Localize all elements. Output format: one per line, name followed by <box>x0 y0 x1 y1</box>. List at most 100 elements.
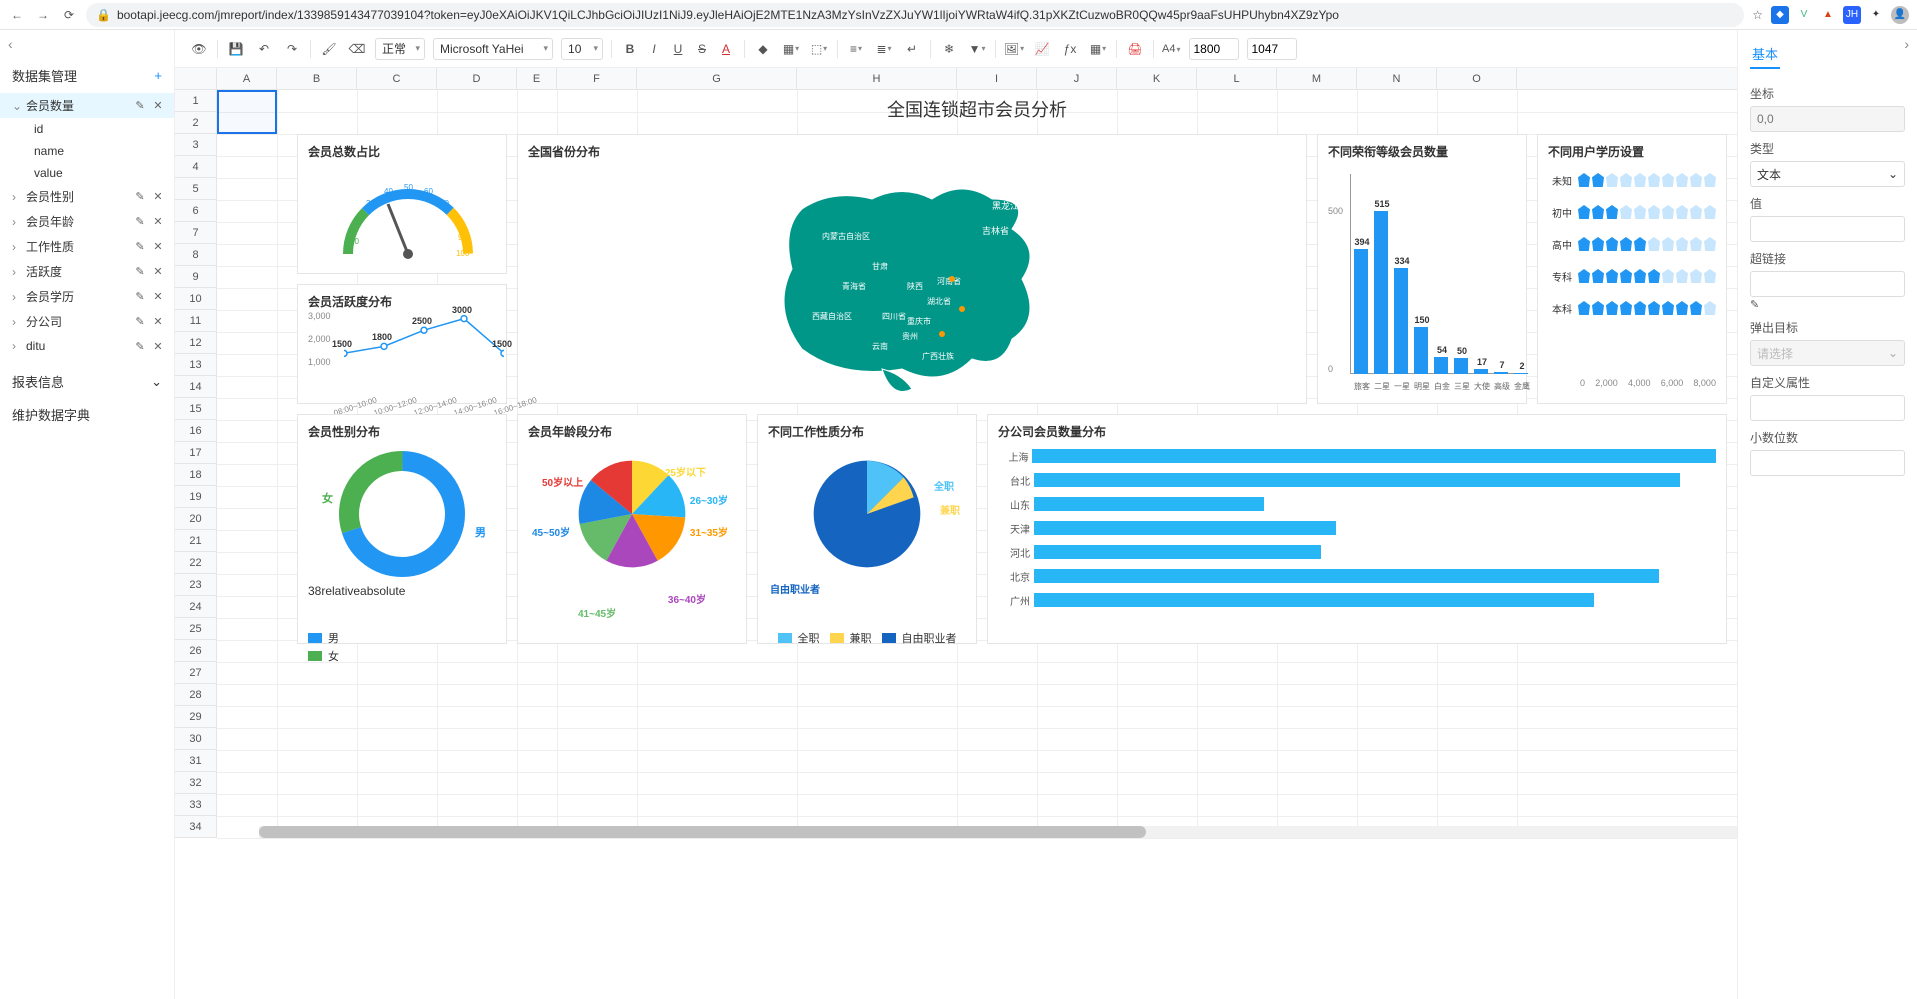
row-header[interactable]: 11 <box>175 310 216 332</box>
row-header[interactable]: 4 <box>175 156 216 178</box>
col-header[interactable]: M <box>1277 68 1357 89</box>
qrcode-button[interactable]: ▦ <box>1088 39 1108 59</box>
close-icon[interactable]: ✕ <box>150 314 166 330</box>
col-header[interactable]: N <box>1357 68 1437 89</box>
underline-button[interactable]: U <box>668 39 688 59</box>
col-header[interactable]: H <box>797 68 957 89</box>
chart-age[interactable]: 会员年龄段分布 25岁以下26~30岁31~35岁36~40岁41~45岁45~… <box>517 414 747 644</box>
col-header[interactable]: J <box>1037 68 1117 89</box>
ext-icon-3[interactable]: ▲ <box>1819 6 1837 24</box>
horizontal-scrollbar[interactable] <box>259 826 1737 838</box>
print-button[interactable]: 🖨 <box>1125 39 1145 59</box>
row-header[interactable]: 15 <box>175 398 216 420</box>
col-header[interactable]: F <box>557 68 637 89</box>
row-header[interactable]: 23 <box>175 574 216 596</box>
col-header[interactable]: I <box>957 68 1037 89</box>
chart-work[interactable]: 不同工作性质分布 全职 兼职 自由职业者 <box>757 414 977 644</box>
tree-node-3[interactable]: ›工作性质✎✕ <box>0 234 174 259</box>
edit-icon[interactable]: ✎ <box>132 214 148 230</box>
edit-icon[interactable]: ✎ <box>132 338 148 354</box>
chart-map[interactable]: 全国省份分布 黑龙江 吉林省 内蒙古自治区 甘肃 <box>517 134 1307 404</box>
row-header[interactable]: 3 <box>175 134 216 156</box>
back-button[interactable]: ← <box>8 6 26 24</box>
row-header[interactable]: 13 <box>175 354 216 376</box>
row-header[interactable]: 24 <box>175 596 216 618</box>
row-header[interactable]: 25 <box>175 618 216 640</box>
row-header[interactable]: 10 <box>175 288 216 310</box>
row-header[interactable]: 20 <box>175 508 216 530</box>
tree-child[interactable]: id <box>34 118 174 140</box>
dictionary-section[interactable]: 维护数据字典 <box>0 395 174 428</box>
tab-basic[interactable]: 基本 <box>1750 40 1780 69</box>
col-header[interactable]: C <box>357 68 437 89</box>
row-header[interactable]: 18 <box>175 464 216 486</box>
valign-button[interactable]: ≣ <box>874 39 894 59</box>
selected-cell[interactable] <box>217 90 277 134</box>
row-header[interactable]: 34 <box>175 816 216 838</box>
font-color-button[interactable]: A <box>716 39 736 59</box>
type-select[interactable]: 文本⌄ <box>1750 161 1905 187</box>
col-header[interactable]: K <box>1117 68 1197 89</box>
row-header[interactable]: 33 <box>175 794 216 816</box>
function-button[interactable]: ƒx <box>1060 39 1080 59</box>
row-header[interactable]: 1 <box>175 90 216 112</box>
close-icon[interactable]: ✕ <box>150 289 166 305</box>
bookmark-star-icon[interactable]: ☆ <box>1752 8 1763 22</box>
edit-icon[interactable]: ✎ <box>132 289 148 305</box>
font-select[interactable]: Microsoft YaHei <box>433 38 553 60</box>
row-header[interactable]: 32 <box>175 772 216 794</box>
row-header[interactable]: 28 <box>175 684 216 706</box>
close-icon[interactable]: ✕ <box>150 189 166 205</box>
edit-icon[interactable]: ✎ <box>132 314 148 330</box>
row-header[interactable]: 29 <box>175 706 216 728</box>
clear-format-button[interactable]: ⌫ <box>347 39 367 59</box>
row-header[interactable]: 31 <box>175 750 216 772</box>
profile-avatar-icon[interactable]: 👤 <box>1891 6 1909 24</box>
tree-node-0[interactable]: ⌄会员数量✎✕ <box>0 93 174 118</box>
row-header[interactable]: 21 <box>175 530 216 552</box>
format-painter-button[interactable]: 🖌 <box>319 39 339 59</box>
paper-size-select[interactable]: A4 <box>1162 43 1180 55</box>
page-height-input[interactable] <box>1247 38 1297 60</box>
row-header[interactable]: 14 <box>175 376 216 398</box>
halign-button[interactable]: ≡ <box>846 39 866 59</box>
row-header[interactable]: 27 <box>175 662 216 684</box>
tree-child[interactable]: name <box>34 140 174 162</box>
italic-button[interactable]: I <box>644 39 664 59</box>
close-icon[interactable]: ✕ <box>150 98 166 114</box>
custom-input[interactable] <box>1750 395 1905 421</box>
row-header[interactable]: 2 <box>175 112 216 134</box>
col-header[interactable]: O <box>1437 68 1517 89</box>
save-button[interactable]: 💾 <box>226 39 246 59</box>
mode-select[interactable]: 正常 <box>375 38 425 60</box>
edit-icon[interactable]: ✎ <box>132 264 148 280</box>
ext-puzzle-icon[interactable]: ✦ <box>1867 6 1885 24</box>
reload-button[interactable]: ⟳ <box>60 6 78 24</box>
chart-picto-edu[interactable]: 不同用户学历设置 未知初中高中专科本科02,0004,0006,0008,000 <box>1537 134 1727 404</box>
decimal-input[interactable] <box>1750 450 1905 476</box>
tree-node-7[interactable]: ›ditu✎✕ <box>0 334 174 358</box>
close-icon[interactable]: ✕ <box>150 264 166 280</box>
row-header[interactable]: 22 <box>175 552 216 574</box>
col-header[interactable]: A <box>217 68 277 89</box>
row-header[interactable]: 30 <box>175 728 216 750</box>
close-icon[interactable]: ✕ <box>150 239 166 255</box>
row-header[interactable]: 7 <box>175 222 216 244</box>
undo-button[interactable]: ↶ <box>254 39 274 59</box>
col-header[interactable]: B <box>277 68 357 89</box>
wrap-button[interactable]: ↵ <box>902 39 922 59</box>
chart-bar-honor[interactable]: 不同荣衔等级会员数量 0500394旅客515二星334一星150明星54白金5… <box>1317 134 1527 404</box>
row-header[interactable]: 17 <box>175 442 216 464</box>
edit-icon[interactable]: ✎ <box>1750 299 1759 311</box>
fill-color-button[interactable]: ◆ <box>753 39 773 59</box>
col-header[interactable]: E <box>517 68 557 89</box>
filter-button[interactable]: ▼ <box>967 39 987 59</box>
address-bar[interactable]: 🔒 bootapi.jeecg.com/jmreport/index/13398… <box>86 3 1744 27</box>
edit-icon[interactable]: ✎ <box>132 239 148 255</box>
chart-gauge[interactable]: 会员总数占比 20 30 <box>297 134 507 274</box>
forward-button[interactable]: → <box>34 6 52 24</box>
chart-gender[interactable]: 会员性别分布 男 女 38relativeabsolute <box>297 414 507 644</box>
chart-branch[interactable]: 分公司会员数量分布 上海台北山东天津河北北京广州 <box>987 414 1727 644</box>
col-header[interactable]: L <box>1197 68 1277 89</box>
link-input[interactable] <box>1750 271 1905 297</box>
